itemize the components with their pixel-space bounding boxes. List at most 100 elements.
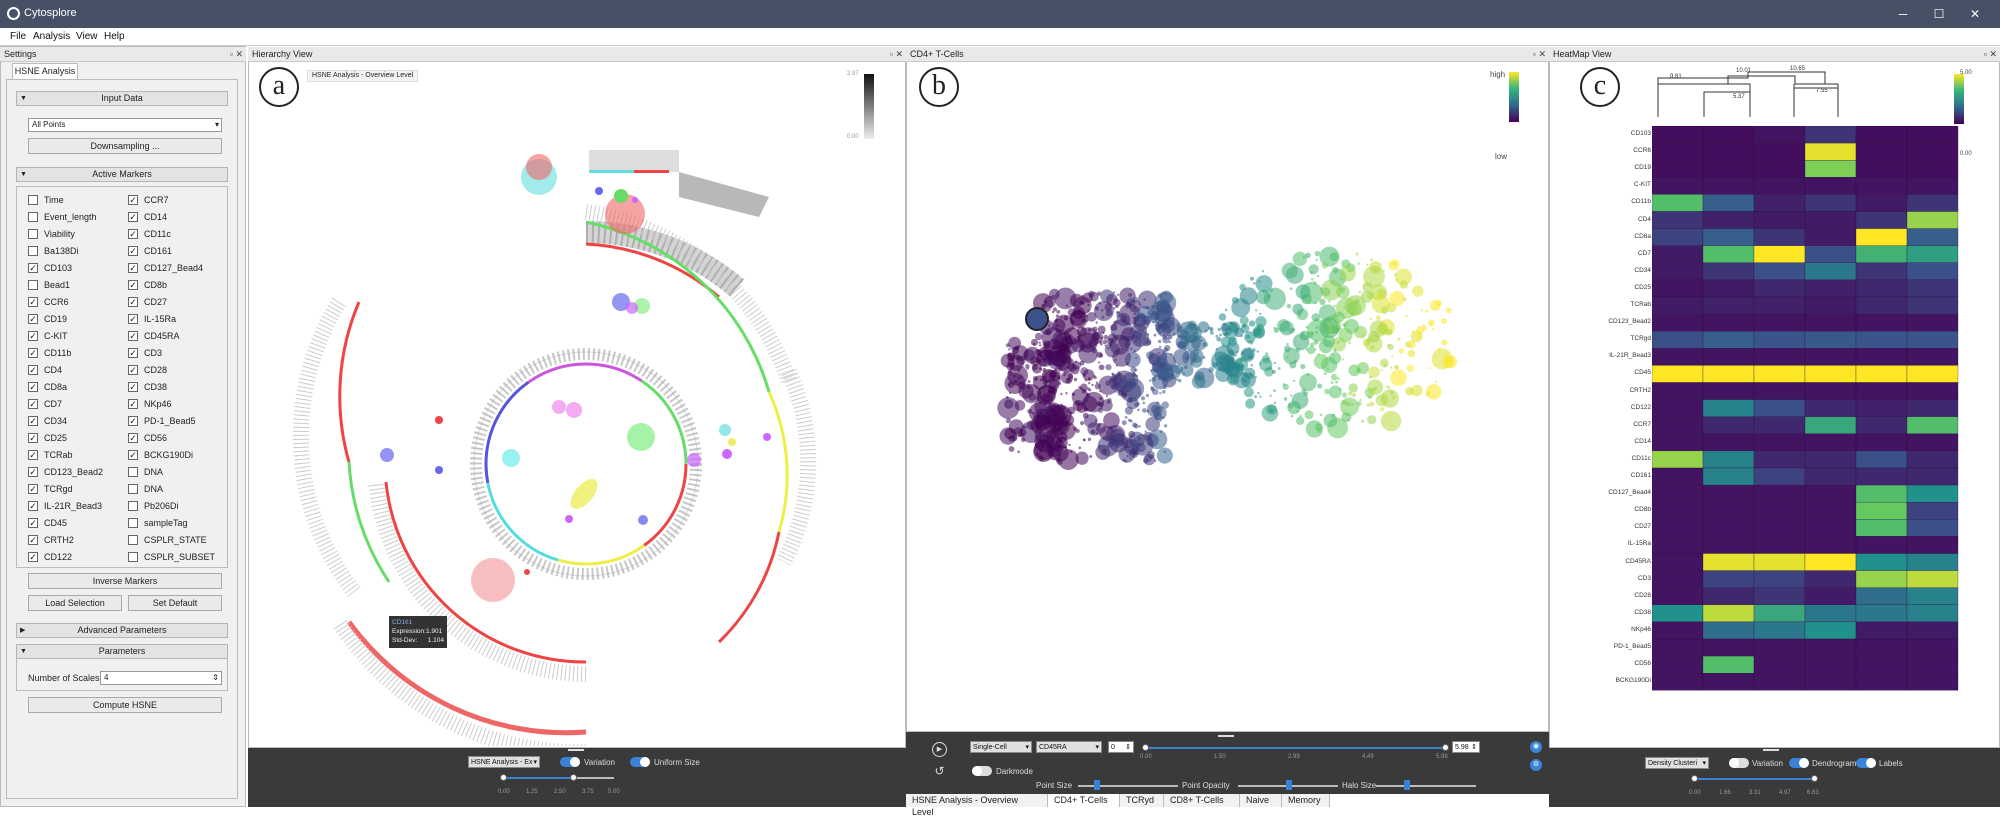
heatmap-cell[interactable] (1652, 262, 1704, 281)
cell-point[interactable] (1089, 454, 1093, 458)
heatmap-cell[interactable] (1753, 211, 1806, 229)
cell-point[interactable] (1013, 374, 1016, 378)
cell-point[interactable] (1256, 350, 1259, 353)
heatmap-cell[interactable] (1652, 536, 1704, 554)
heatmap-cell[interactable] (1804, 126, 1857, 144)
heatmap-cell[interactable] (1804, 570, 1857, 588)
cell-point[interactable] (1163, 424, 1168, 428)
cell-point[interactable] (1034, 349, 1042, 356)
cell-point[interactable] (1348, 383, 1358, 393)
cell-point[interactable] (1425, 391, 1431, 397)
cell-point[interactable] (1323, 413, 1338, 428)
cell-point[interactable] (1299, 373, 1317, 392)
cell-point[interactable] (1050, 409, 1054, 412)
heatmap-cell[interactable] (1906, 382, 1959, 400)
heatmap-cell[interactable] (1652, 296, 1704, 315)
heatmap-cell[interactable] (1804, 587, 1857, 605)
heatmap-cell[interactable] (1804, 142, 1857, 161)
heatmap-cell[interactable] (1906, 126, 1959, 144)
marker-checkbox-row[interactable]: ✓ NKp46 (128, 398, 172, 412)
heatmap-cell[interactable] (1753, 160, 1806, 178)
hierarchy-canvas[interactable]: a HSNE Analysis - Overview Level 2.97 0.… (248, 62, 906, 748)
cell-point[interactable] (1153, 333, 1157, 337)
marker-select[interactable]: CD45RA ▾ (1036, 741, 1102, 753)
input-data-select[interactable]: All Points ▾ (28, 118, 222, 132)
marker-checkbox-row[interactable]: ✓ CD27 (128, 296, 167, 310)
cell-point[interactable] (1095, 306, 1100, 311)
cell-point[interactable] (1403, 297, 1407, 302)
cell-point[interactable] (1086, 311, 1097, 322)
marker-checkbox-row[interactable]: DNA (128, 466, 163, 480)
cell-point[interactable] (1192, 331, 1197, 335)
minimize-icon[interactable]: ─ (1892, 4, 1914, 24)
cluster-point[interactable] (595, 187, 603, 195)
cell-point[interactable] (1356, 401, 1362, 407)
heatmap-cell[interactable] (1804, 382, 1857, 400)
checkbox[interactable]: ✓ (28, 364, 38, 375)
heatmap-cell[interactable] (1804, 228, 1857, 246)
cell-point[interactable] (1290, 394, 1293, 397)
checkbox[interactable]: ✓ (128, 364, 138, 375)
marker-checkbox-row[interactable]: ✓ BCKG190Di (128, 449, 193, 463)
cell-point[interactable] (1143, 453, 1155, 466)
cell-point[interactable] (1316, 274, 1320, 278)
heatmap-cell[interactable] (1652, 313, 1704, 332)
heatmap-cell[interactable] (1804, 553, 1857, 571)
sub-ring-cyan[interactable] (589, 170, 634, 173)
view-tab[interactable]: TCRyd (1120, 794, 1164, 807)
cell-point[interactable] (1242, 323, 1247, 328)
heatmap-cell[interactable] (1702, 348, 1755, 366)
view-tab[interactable]: CD4+ T-Cells (1048, 794, 1120, 807)
cell-point[interactable] (1098, 389, 1102, 393)
cell-point[interactable] (1088, 388, 1092, 392)
cell-point[interactable] (1412, 285, 1424, 297)
number-of-scales-spinbox[interactable]: 4 ⇕ (100, 671, 222, 685)
cell-point[interactable] (1346, 310, 1349, 313)
cell-point[interactable] (1064, 337, 1068, 341)
cell-point[interactable] (1361, 419, 1365, 423)
checkbox[interactable]: ✓ (28, 330, 38, 341)
cluster-point[interactable] (722, 449, 732, 459)
cell-point[interactable] (1261, 354, 1271, 364)
heatmap-cell[interactable] (1753, 279, 1806, 298)
heatmap-cell[interactable] (1652, 365, 1704, 383)
cell-point[interactable] (1070, 365, 1080, 375)
cell-point[interactable] (1008, 446, 1015, 452)
checkbox[interactable]: ✓ (28, 398, 38, 409)
cell-point[interactable] (1098, 364, 1105, 371)
heatmap-cell[interactable] (1855, 142, 1908, 161)
checkbox[interactable]: ✓ (128, 245, 138, 256)
range-max-input[interactable]: 5.98 ⇕ (1452, 741, 1480, 753)
heatmap-cell[interactable] (1855, 587, 1908, 605)
checkbox[interactable]: ✓ (28, 534, 38, 545)
cell-point[interactable] (1410, 384, 1423, 397)
heatmap-cell[interactable] (1906, 638, 1959, 657)
marker-checkbox-row[interactable]: ✓ CD45 (28, 517, 67, 531)
cell-point[interactable] (1223, 332, 1227, 336)
cell-point[interactable] (1140, 396, 1146, 401)
checkbox[interactable]: ✓ (128, 313, 138, 324)
cell-point[interactable] (1369, 375, 1372, 379)
heatmap-cell[interactable] (1652, 484, 1704, 503)
settings-gear-icon[interactable]: ⚙ (1530, 759, 1542, 771)
cell-point[interactable] (1068, 443, 1071, 447)
maximize-icon[interactable]: ☐ (1928, 4, 1950, 24)
heatmap-cell[interactable] (1702, 416, 1755, 434)
heatmap-cell[interactable] (1652, 621, 1704, 640)
cell-point[interactable] (1380, 368, 1383, 372)
heatmap-cell[interactable] (1753, 348, 1806, 366)
cell-point[interactable] (1131, 433, 1154, 456)
heatmap-cell[interactable] (1753, 638, 1806, 657)
cell-point[interactable] (1006, 362, 1015, 371)
checkbox[interactable]: ✓ (28, 466, 38, 477)
cell-point[interactable] (1416, 326, 1424, 334)
cell-point[interactable] (1094, 383, 1101, 390)
heatmap-cell[interactable] (1652, 331, 1704, 349)
marker-checkbox-row[interactable]: DNA (128, 483, 163, 497)
cell-point[interactable] (1039, 367, 1042, 371)
cell-point[interactable] (1033, 439, 1055, 461)
heatmap-cell[interactable] (1702, 570, 1755, 588)
cell-point[interactable] (1079, 387, 1083, 390)
cell-point[interactable] (1292, 251, 1307, 267)
outer-arc-yellow[interactable] (767, 391, 789, 533)
